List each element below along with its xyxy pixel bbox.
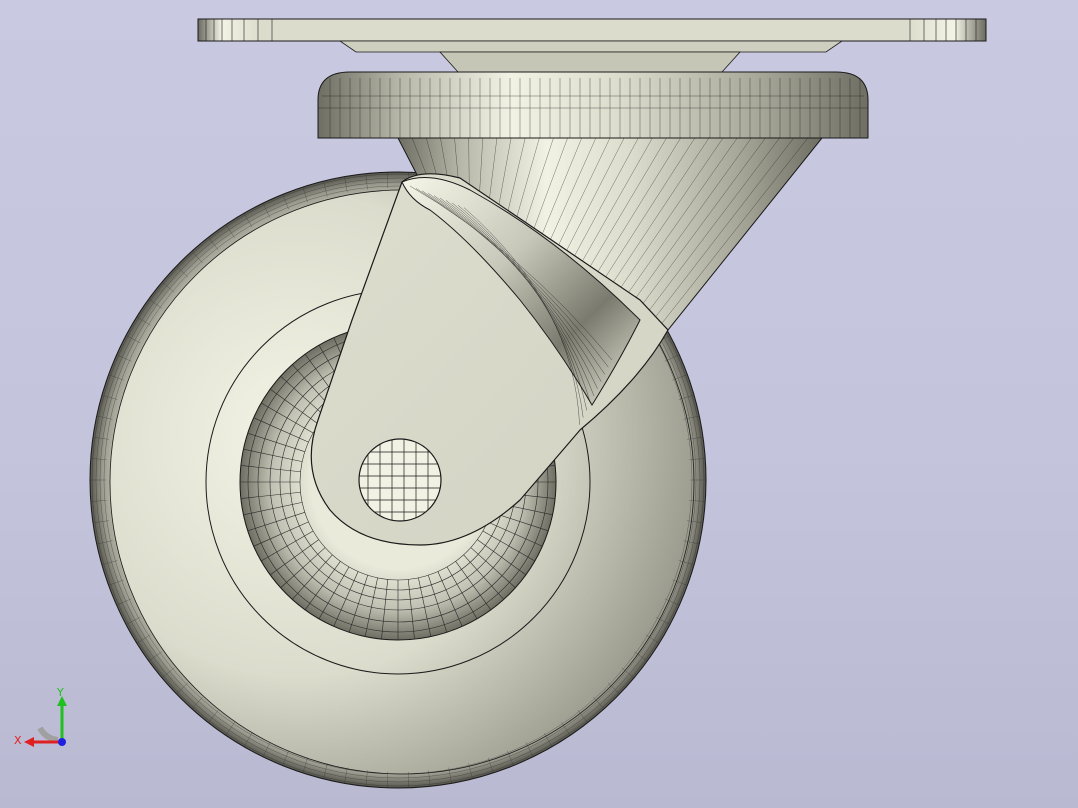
caster-model[interactable] — [0, 0, 1078, 808]
axis-triad: Y X — [14, 686, 67, 747]
triad-arc — [37, 726, 59, 743]
z-axis — [58, 738, 66, 746]
x-axis-label: X — [14, 734, 22, 747]
mounting-plate — [197, 18, 987, 73]
y-axis-label: Y — [56, 686, 64, 699]
x-axis-arrow — [24, 737, 34, 747]
3d-viewport[interactable]: Y X — [0, 0, 1078, 808]
